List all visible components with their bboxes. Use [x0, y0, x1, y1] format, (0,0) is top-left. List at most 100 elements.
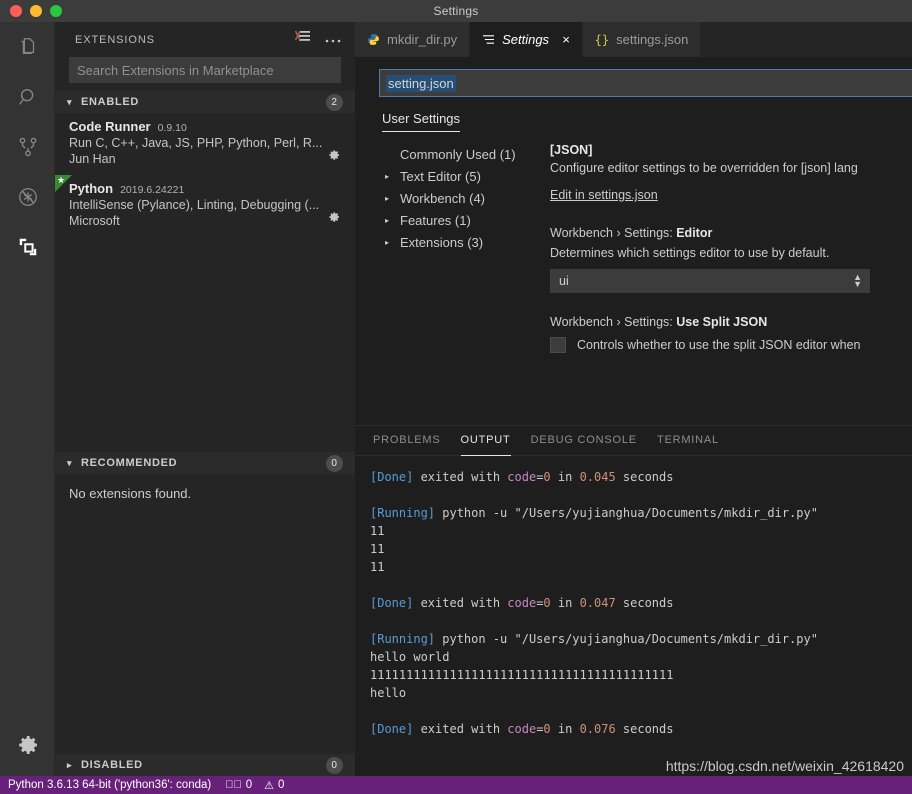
output-line: [Done] exited with code=0 in 0.045 secon…: [370, 468, 912, 486]
status-python-interpreter[interactable]: Python 3.6.13 64-bit ('python36': conda): [8, 779, 211, 791]
sidebar-section-disabled[interactable]: DISABLED 0: [55, 754, 355, 776]
sidebar-section-enabled[interactable]: ENABLED 2: [55, 91, 355, 113]
window-title: Settings: [0, 4, 912, 18]
settings-search-value: setting.json: [386, 75, 456, 92]
warning-count: 0: [278, 779, 284, 791]
clear-icon[interactable]: [295, 30, 311, 49]
output-segment: python -u "/Users/yujianghua/Documents/m…: [435, 632, 818, 646]
settings-search-input[interactable]: setting.json: [379, 69, 912, 97]
settings-editor-select[interactable]: ui ▲▼: [550, 269, 870, 293]
search-icon: [17, 86, 39, 108]
error-icon: ✖⃝: [225, 779, 242, 791]
activity-item-search[interactable]: [0, 72, 55, 122]
output-segment: code: [507, 470, 536, 484]
setting-title: Workbench › Settings: Use Split JSON: [550, 315, 902, 329]
extensions-sidebar: EXTENSIONS: [55, 22, 355, 776]
activity-item-explorer[interactable]: [0, 22, 55, 72]
output-line: 11: [370, 558, 912, 576]
output-line: [370, 702, 912, 720]
watermark-url: https://blog.csdn.net/weixin_42618420: [666, 758, 904, 774]
toc-item-features[interactable]: ▸ Features (1): [385, 209, 550, 231]
activity-item-run-and-debug[interactable]: [0, 172, 55, 222]
tab-settings[interactable]: Settings ×: [470, 22, 583, 57]
panel-tab-terminal[interactable]: TERMINAL: [657, 426, 719, 456]
output-line: 11: [370, 522, 912, 540]
tab-settings-json[interactable]: {} settings.json: [583, 22, 702, 57]
output-segment: exited with: [413, 470, 507, 484]
output-segment: 11: [370, 542, 384, 556]
warning-icon: ⚠: [264, 779, 274, 792]
extension-item-python[interactable]: ★ Python 2019.6.24221 IntelliSense (Pyla…: [55, 175, 355, 237]
output-segment: exited with: [413, 596, 507, 610]
output-segment: 0: [543, 722, 550, 736]
toc-item-commonly-used[interactable]: ▸ Commonly Used (1): [385, 143, 550, 165]
editor-tab-bar: mkdir_dir.py Settings × {} settings.json: [355, 22, 912, 57]
output-view[interactable]: [Done] exited with code=0 in 0.045 secon…: [355, 456, 912, 738]
extension-version: 0.9.10: [158, 122, 187, 134]
extension-description: Run C, C++, Java, JS, PHP, Python, Perl,…: [69, 136, 341, 150]
python-file-icon: [367, 33, 380, 46]
panel-tab-problems[interactable]: PROBLEMS: [373, 426, 441, 456]
output-segment: hello world: [370, 650, 449, 664]
bottom-panel: PROBLEMS OUTPUT DEBUG CONSOLE TERMINAL […: [355, 425, 912, 776]
status-bar: Python 3.6.13 64-bit ('python36': conda)…: [0, 776, 912, 794]
section-label-recommended: RECOMMENDED: [81, 457, 326, 469]
activity-item-source-control[interactable]: [0, 122, 55, 172]
chevron-right-icon: ▸: [385, 194, 400, 203]
output-segment: code: [507, 722, 536, 736]
setting-title: Workbench › Settings: Editor: [550, 226, 902, 240]
settings-toc: ▸ Commonly Used (1) ▸ Text Editor (5) ▸ …: [355, 143, 550, 361]
output-segment: code: [507, 596, 536, 610]
edit-in-settings-json-link[interactable]: Edit in settings.json: [550, 188, 658, 202]
settings-editor-icon: [482, 34, 495, 45]
extensions-search-wrap: [55, 57, 355, 91]
output-segment: in: [551, 722, 580, 736]
extension-publisher: Jun Han: [69, 152, 345, 166]
close-icon[interactable]: ×: [562, 32, 570, 47]
chevron-right-icon: [67, 760, 81, 771]
settings-editor: setting.json User Settings ▸ Commonly Us…: [355, 57, 912, 425]
tab-mkdir-dir-py[interactable]: mkdir_dir.py: [355, 22, 470, 57]
toc-item-extensions[interactable]: ▸ Extensions (3): [385, 231, 550, 253]
status-problems[interactable]: ✖⃝ 0 ⚠ 0: [225, 779, 284, 792]
output-line: [Running] python -u "/Users/yujianghua/D…: [370, 504, 912, 522]
gear-icon: [16, 733, 40, 757]
activity-item-extensions[interactable]: [0, 222, 55, 272]
settings-list: [JSON] Configure editor settings to be o…: [550, 143, 912, 361]
extensions-icon: [17, 236, 39, 258]
setting-category: Workbench › Settings:: [550, 315, 676, 329]
tab-user-settings[interactable]: User Settings: [382, 111, 460, 132]
extension-description: IntelliSense (Pylance), Linting, Debuggi…: [69, 198, 341, 212]
output-line: hello: [370, 684, 912, 702]
tab-bar-filler: [701, 22, 912, 57]
setting-category: Workbench › Settings:: [550, 226, 676, 240]
search-extensions-input[interactable]: [69, 57, 341, 83]
output-segment: seconds: [616, 722, 674, 736]
files-icon: [17, 36, 39, 58]
extension-manage-gear-icon[interactable]: [327, 210, 341, 229]
output-segment: in: [551, 596, 580, 610]
setting-name: Use Split JSON: [676, 315, 767, 329]
toc-item-text-editor[interactable]: ▸ Text Editor (5): [385, 165, 550, 187]
panel-tab-debug-console[interactable]: DEBUG CONSOLE: [531, 426, 637, 456]
output-line: [370, 486, 912, 504]
output-line: [370, 576, 912, 594]
use-split-json-checkbox[interactable]: [550, 337, 566, 353]
extension-manage-gear-icon[interactable]: [327, 148, 341, 167]
setting-checkbox-row: Controls whether to use the split JSON e…: [550, 337, 902, 353]
setting-description: Configure editor settings to be overridd…: [550, 161, 902, 175]
chevron-updown-icon: ▲▼: [853, 274, 862, 288]
ellipsis-icon[interactable]: [325, 31, 341, 49]
sidebar-actions: [295, 30, 341, 49]
output-line: [Done] exited with code=0 in 0.047 secon…: [370, 594, 912, 612]
run-debug-icon: [17, 186, 39, 208]
panel-tab-output[interactable]: OUTPUT: [461, 426, 511, 456]
extension-name: Python: [69, 181, 113, 196]
setting-workbench-settings-editor: Workbench › Settings: Editor Determines …: [550, 226, 902, 293]
activity-item-manage[interactable]: [0, 720, 55, 770]
toc-item-workbench[interactable]: ▸ Workbench (4): [385, 187, 550, 209]
output-segment: hello: [370, 686, 406, 700]
extension-item-code-runner[interactable]: Code Runner 0.9.10 Run C, C++, Java, JS,…: [55, 113, 355, 175]
settings-content: ▸ Commonly Used (1) ▸ Text Editor (5) ▸ …: [355, 143, 912, 361]
sidebar-section-recommended[interactable]: RECOMMENDED 0: [55, 452, 355, 474]
